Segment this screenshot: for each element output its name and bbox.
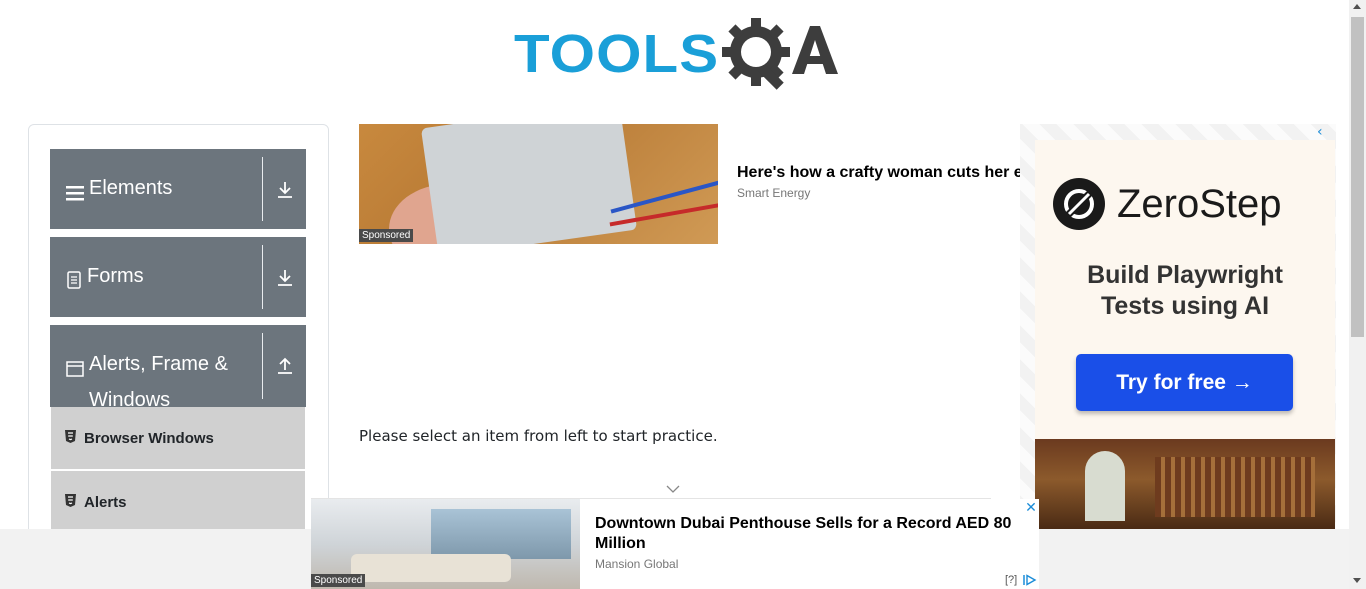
left-panel: Elements Forms Alerts, Frame & Windows B… [28,124,329,564]
group-label: Alerts, Frame & [89,353,228,375]
page-scrollbar[interactable] [1349,0,1366,589]
ad-top-image[interactable]: Sponsored [359,124,718,244]
zerostep-logo: ZeroStep [1053,178,1282,230]
sponsored-label: Sponsored [311,574,366,587]
html5-icon [65,429,76,447]
scroll-down-arrow-icon[interactable] [1353,578,1361,583]
sponsored-label: Sponsored [359,229,414,242]
group-alerts-frame-windows[interactable]: Alerts, Frame & Windows [50,325,306,411]
practice-instruction: Please select an item from left to start… [359,427,718,445]
group-label: Elements [89,177,173,199]
penthouse-ad-image[interactable]: Sponsored [311,499,580,589]
menu-item-label: Browser Windows [84,429,214,447]
document-icon [66,269,82,298]
ad-top-source: Smart Energy [737,186,811,200]
window-icon [66,357,84,386]
ad-top-title[interactable]: Here's how a crafty woman cuts her e [737,164,1022,182]
download-arrow-icon[interactable] [276,181,294,203]
menu-item-browser-windows[interactable]: Browser Windows [51,407,305,469]
zerostep-ad-card[interactable]: ZeroStep Build Playwright Tests using AI… [1035,140,1335,440]
menu-item-label: Alerts [84,493,127,511]
chevron-left-icon[interactable]: ‹ [1317,124,1323,140]
close-icon[interactable]: ✕ [1023,500,1039,516]
html5-icon [65,493,76,511]
ad-help-link[interactable]: [?] [1005,574,1017,586]
toolsqa-logo[interactable]: TOOLS [514,14,838,94]
bottom-ad-source: Mansion Global [595,557,679,571]
right-ad[interactable]: ‹ ZeroStep Build Playwright Tests using … [1020,124,1336,529]
group-forms[interactable]: Forms [50,237,306,317]
logo-text: TOOLS [514,24,720,84]
zerostep-tagline: Build Playwright Tests using AI [1087,261,1283,320]
download-arrow-icon[interactable] [276,269,294,291]
gear-magnifier-icon [722,18,838,90]
bottom-ad[interactable]: Sponsored Downtown Dubai Penthouse Sells… [311,499,1039,589]
try-for-free-button[interactable]: Try for free → [1076,354,1293,411]
group-label: Forms [87,265,144,287]
zerostep-brand: ZeroStep [1117,181,1282,226]
bottom-ad-title[interactable]: Downtown Dubai Penthouse Sells for a Rec… [595,514,1025,554]
chevron-down-icon[interactable] [666,484,680,494]
upload-arrow-icon[interactable] [276,357,294,379]
hamburger-icon [66,181,84,210]
group-elements[interactable]: Elements [50,149,306,229]
zerostep-logo-icon [1053,178,1105,230]
library-ad-image[interactable]: ✕ [1035,439,1335,529]
scroll-up-arrow-icon[interactable] [1353,4,1361,9]
adchoices-icon[interactable] [1023,574,1037,586]
menu-item-alerts[interactable]: Alerts [51,471,305,533]
scrollbar-thumb[interactable] [1351,17,1364,337]
